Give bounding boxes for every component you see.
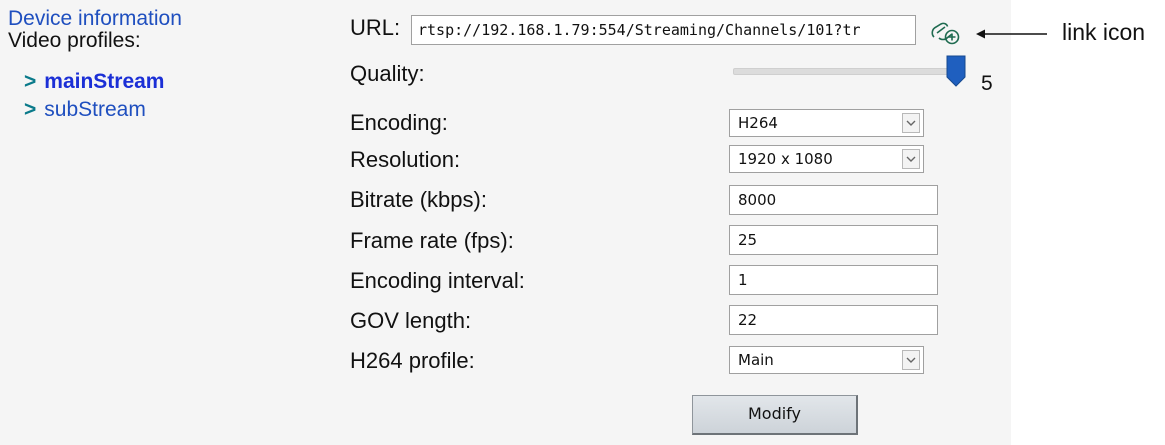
settings-panel: Device information Video profiles: > main…: [0, 0, 1011, 445]
device-information-link[interactable]: Device information: [8, 8, 182, 30]
framerate-input[interactable]: 25: [729, 225, 938, 255]
slider-thumb-icon[interactable]: [945, 55, 967, 87]
gov-length-label: GOV length:: [350, 308, 472, 333]
url-label: URL:: [350, 15, 401, 40]
h264-profile-label: H264 profile:: [350, 348, 475, 373]
quality-label: Quality:: [350, 61, 425, 86]
sidebar: Device information Video profiles:: [8, 8, 182, 52]
profile-label: mainStream: [44, 70, 165, 93]
profile-item-mainstream[interactable]: > mainStream: [24, 70, 164, 94]
video-profiles-heading: Video profiles:: [8, 29, 141, 52]
encoding-value: H264: [738, 114, 778, 132]
callout-arrow: [976, 29, 1047, 39]
chevron-down-icon: [902, 149, 920, 169]
encoding-label: Encoding:: [350, 110, 448, 135]
resolution-select[interactable]: 1920 x 1080: [729, 145, 924, 173]
resolution-value: 1920 x 1080: [738, 150, 833, 168]
encoding-interval-input[interactable]: 1: [729, 265, 938, 295]
profile-item-substream[interactable]: > subStream: [24, 98, 146, 122]
framerate-label: Frame rate (fps):: [350, 228, 514, 253]
modify-button[interactable]: Modify: [692, 395, 858, 435]
chevron-down-icon: [902, 113, 920, 133]
bitrate-input[interactable]: 8000: [729, 185, 938, 215]
link-icon[interactable]: [928, 13, 962, 47]
callout-label: link icon: [1062, 19, 1146, 45]
bitrate-label: Bitrate (kbps):: [350, 187, 487, 212]
chevron-right-icon: >: [24, 98, 37, 121]
quality-value: 5: [981, 72, 993, 95]
chevron-right-icon: >: [24, 70, 37, 93]
encoding-interval-label: Encoding interval:: [350, 268, 525, 293]
quality-slider-track[interactable]: [733, 68, 955, 75]
url-field[interactable]: rtsp://192.168.1.79:554/Streaming/Channe…: [411, 15, 916, 45]
resolution-label: Resolution:: [350, 147, 461, 172]
h264-profile-select[interactable]: Main: [729, 346, 924, 374]
profile-label: subStream: [44, 98, 146, 121]
chevron-down-icon: [902, 350, 920, 370]
gov-length-input[interactable]: 22: [729, 305, 938, 335]
encoding-select[interactable]: H264: [729, 109, 924, 137]
h264-profile-value: Main: [738, 351, 774, 369]
